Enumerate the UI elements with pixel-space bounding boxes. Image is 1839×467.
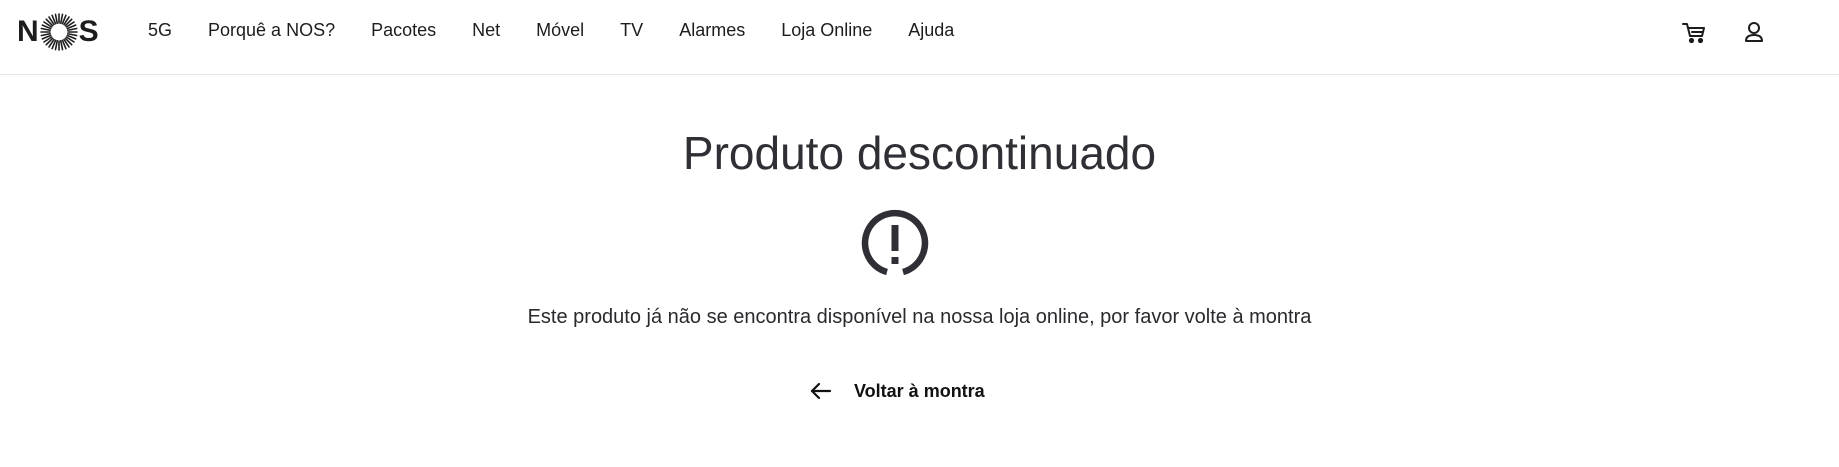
site-header: N S 5G Porquê a NOS? Pacotes Net Móvel T… — [0, 0, 1839, 75]
nav-item-net[interactable]: Net — [472, 20, 500, 41]
back-to-store-link[interactable]: Voltar à montra — [810, 377, 985, 405]
nav-item-porque-a-nos[interactable]: Porquê a NOS? — [208, 20, 335, 41]
nav-item-pacotes[interactable]: Pacotes — [371, 20, 436, 41]
main-content: Produto descontinuado Este produto já nã… — [0, 75, 1839, 467]
sunburst-o-icon — [39, 13, 78, 51]
main-nav: 5G Porquê a NOS? Pacotes Net Móvel TV Al… — [148, 0, 954, 60]
nav-item-ajuda[interactable]: Ajuda — [908, 20, 954, 41]
nav-item-loja-online[interactable]: Loja Online — [781, 20, 872, 41]
back-to-store-label: Voltar à montra — [854, 380, 985, 401]
nav-item-movel[interactable]: Móvel — [536, 20, 584, 41]
user-icon[interactable] — [1740, 18, 1768, 46]
cart-icon[interactable] — [1680, 18, 1708, 46]
nav-item-tv[interactable]: TV — [620, 20, 643, 41]
page-title: Produto descontinuado — [682, 127, 1157, 179]
exclamation-circle-icon — [859, 208, 931, 280]
nav-item-alarmes[interactable]: Alarmes — [679, 20, 745, 41]
nos-logo[interactable]: N S — [17, 12, 99, 52]
discontinued-message: Este produto já não se encontra disponív… — [527, 306, 1312, 328]
nav-item-5g[interactable]: 5G — [148, 20, 172, 41]
logo-letter-n: N — [17, 15, 39, 48]
arrow-left-icon — [810, 382, 832, 400]
logo-letter-s: S — [78, 15, 99, 48]
